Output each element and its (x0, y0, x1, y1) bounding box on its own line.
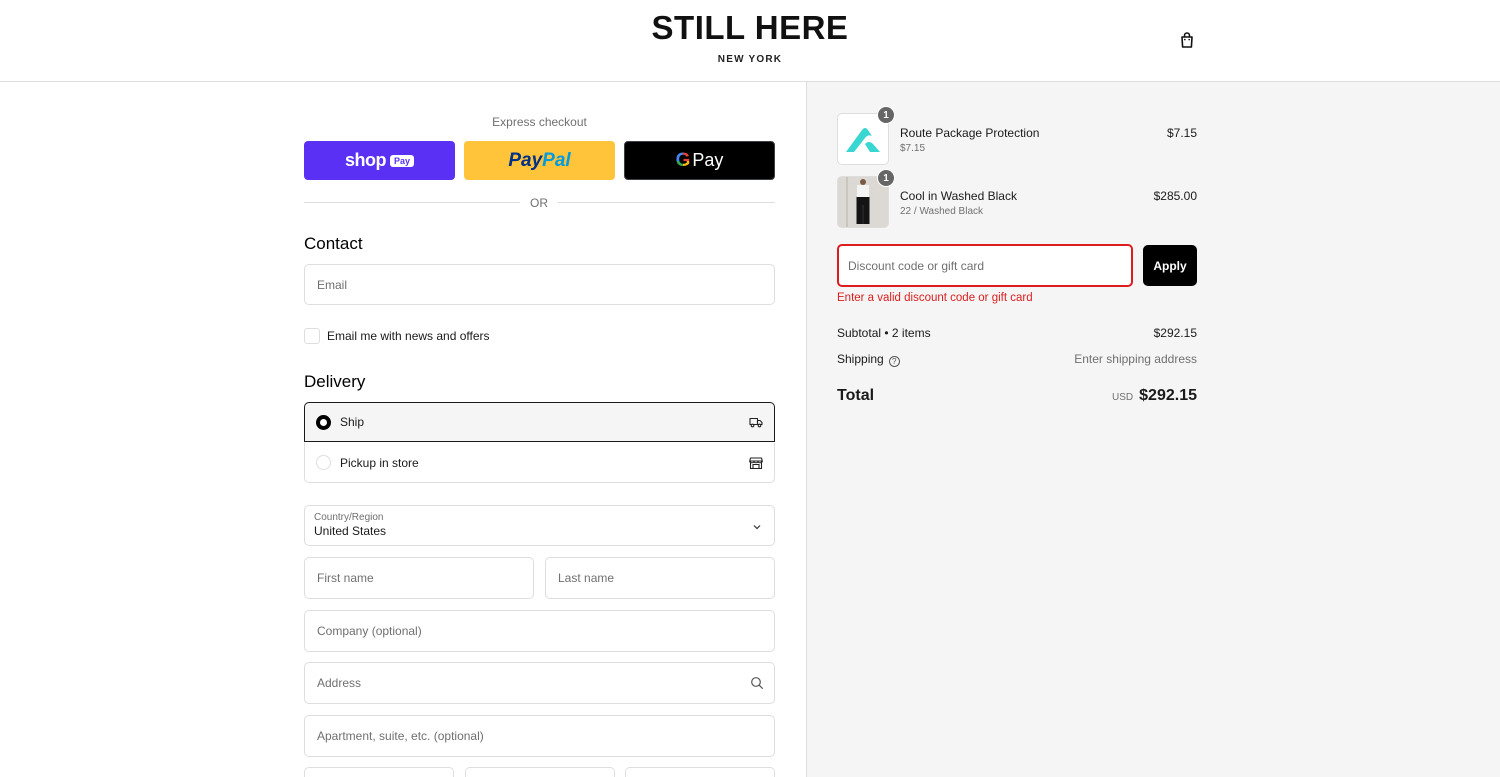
line-item: 1 Cool in Washed Black 22 / Washed Black… (837, 169, 1197, 228)
help-icon[interactable]: ? (888, 356, 900, 367)
email-input[interactable] (305, 265, 774, 304)
shop-pay-button[interactable]: shop Pay (304, 141, 455, 180)
google-pay-label: Pay (692, 150, 724, 170)
site-header: STILL HERE NEW YORK (0, 0, 1500, 82)
city-field[interactable] (304, 767, 454, 777)
state-field[interactable] (465, 767, 615, 777)
item-variant: 22 / Washed Black (900, 206, 984, 217)
total-amount-group: USD $292.15 (1112, 387, 1197, 405)
apartment-field[interactable] (304, 715, 775, 757)
shop-pay-pill: Pay (389, 154, 414, 167)
discount-input[interactable] (839, 246, 1131, 285)
delivery-heading: Delivery (304, 372, 366, 391)
country-label: Country/Region (314, 512, 384, 523)
first-name-field[interactable] (304, 557, 534, 599)
paypal-button[interactable]: PayPal (464, 141, 615, 180)
address-input[interactable] (305, 663, 774, 703)
logo-subtitle: NEW YORK (717, 54, 783, 65)
apply-discount-button[interactable]: Apply (1143, 245, 1197, 286)
store-logo[interactable]: STILL HERE NEW YORK (0, 9, 1500, 66)
store-icon (749, 456, 763, 469)
divider-right (558, 202, 775, 203)
last-name-field[interactable] (545, 557, 775, 599)
item-price: $7.15 (1166, 126, 1197, 140)
company-input[interactable] (305, 611, 774, 651)
search-icon[interactable] (750, 676, 764, 690)
subtotal-row: Subtotal • 2 items $292.15 (837, 326, 1197, 340)
express-checkout-label: Express checkout (492, 115, 587, 129)
newsletter-row[interactable]: Email me with news and offers (304, 328, 490, 344)
paypal-wordmark-part1: Pay (508, 149, 543, 171)
apartment-input[interactable] (305, 716, 774, 756)
shipping-row: Shipping? Enter shipping address (837, 352, 1197, 367)
total-label: Total (837, 387, 875, 404)
item-price: $285.00 (1153, 189, 1197, 203)
line-item: 1 Route Package Protection $7.15 $7.15 (837, 106, 1197, 165)
contact-heading: Contact (304, 234, 363, 253)
google-pay-wordmark: G Pay (676, 150, 724, 172)
first-name-input[interactable] (305, 558, 533, 598)
zip-field[interactable] (625, 767, 775, 777)
shipping-value: Enter shipping address (1074, 352, 1197, 366)
paypal-wordmark: PayPal (508, 150, 570, 172)
delivery-option-pickup[interactable]: Pickup in store (304, 443, 775, 483)
shipping-label-group: Shipping? (837, 352, 900, 367)
country-select[interactable]: Country/Region United States (304, 505, 775, 546)
newsletter-checkbox[interactable] (304, 328, 320, 344)
quantity-badge: 1 (877, 106, 895, 124)
total-value: $292.15 (1139, 387, 1197, 404)
discount-error-message: Enter a valid discount code or gift card (837, 292, 1033, 304)
google-pay-button[interactable]: G Pay (624, 141, 775, 180)
delivery-option-ship[interactable]: Ship (304, 402, 775, 442)
divider-left (304, 202, 520, 203)
total-currency: USD (1112, 392, 1134, 403)
discount-field[interactable] (837, 244, 1133, 287)
quantity-badge: 1 (877, 169, 895, 187)
pickup-label: Pickup in store (340, 455, 419, 470)
logo-title: STILL HERE (651, 9, 849, 46)
company-field[interactable] (304, 610, 775, 652)
ship-radio[interactable] (316, 414, 331, 430)
shipping-label: Shipping (837, 352, 884, 366)
or-separator: OR (530, 196, 548, 210)
subtotal-label: Subtotal • 2 items (837, 326, 931, 340)
address-field[interactable] (304, 662, 775, 704)
shop-pay-wordmark: shop (344, 150, 387, 170)
country-value: United States (314, 524, 387, 538)
last-name-input[interactable] (546, 558, 774, 598)
item-variant: $7.15 (900, 143, 926, 154)
subtotal-value: $292.15 (1153, 326, 1197, 340)
item-name: Route Package Protection (900, 126, 1040, 140)
newsletter-label: Email me with news and offers (327, 329, 490, 343)
chevron-down-icon (753, 525, 761, 530)
email-field[interactable] (304, 264, 775, 305)
google-g-icon: G (675, 149, 691, 171)
pickup-radio[interactable] (316, 455, 331, 470)
truck-icon (749, 417, 763, 428)
item-name: Cool in Washed Black (900, 189, 1017, 203)
paypal-wordmark-part2: Pal (542, 149, 571, 171)
total-row: Total USD $292.15 (837, 387, 1197, 405)
ship-label: Ship (340, 415, 365, 429)
shopping-bag-icon[interactable] (1178, 31, 1196, 49)
